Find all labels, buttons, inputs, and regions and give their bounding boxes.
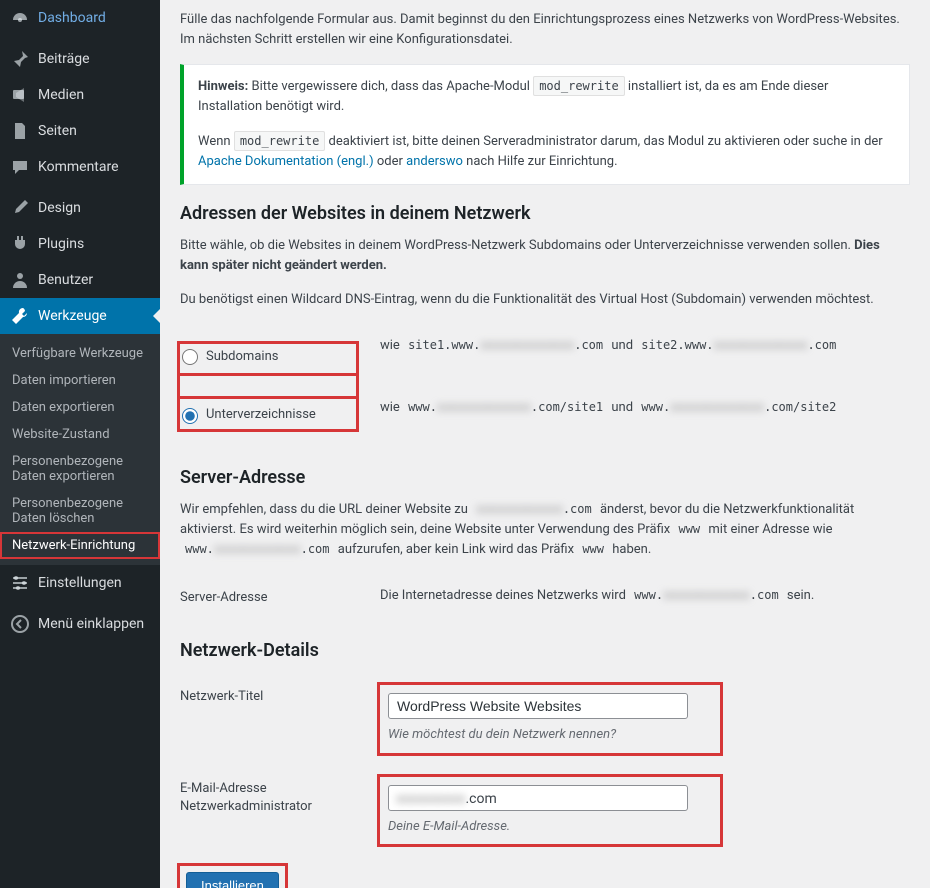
sidebar-label: Benutzer	[38, 272, 93, 288]
sidebar-item-settings[interactable]: Einstellungen	[0, 565, 160, 601]
sidebar-item-plugins[interactable]: Plugins	[0, 226, 160, 262]
server-paragraph: Wir empfehlen, dass du die URL deiner We…	[180, 500, 910, 560]
sidebar-item-posts[interactable]: Beiträge	[0, 41, 160, 77]
main-content: Fülle das nachfolgende Formular aus. Dam…	[160, 0, 930, 888]
sidebar-label: Menü einklappen	[38, 616, 144, 632]
submenu-export-personal[interactable]: Personenbezogene Daten exportieren	[0, 448, 160, 490]
install-button[interactable]: Installieren	[186, 872, 279, 888]
user-icon	[10, 270, 30, 290]
dashboard-icon	[10, 8, 30, 28]
sidebar-item-collapse[interactable]: Menü einklappen	[0, 606, 160, 642]
sidebar-label: Einstellungen	[38, 575, 122, 591]
heading-server: Server-Adresse	[180, 467, 910, 488]
sidebar-label: Beiträge	[38, 51, 90, 67]
radio-subdirectories[interactable]: Unterverzeichnisse	[182, 406, 350, 424]
admin-email-desc: Deine E-Mail-Adresse.	[388, 817, 712, 837]
submenu-import[interactable]: Daten importieren	[0, 367, 160, 394]
link-elsewhere[interactable]: anderswo	[406, 154, 463, 169]
notice-box: Hinweis: Bitte vergewissere dich, dass d…	[180, 64, 910, 185]
submenu-available-tools[interactable]: Verfügbare Werkzeuge	[0, 340, 160, 367]
tools-submenu: Verfügbare Werkzeuge Daten importieren D…	[0, 334, 160, 565]
admin-sidebar: Dashboard Beiträge Medien Seiten Komment…	[0, 0, 160, 888]
server-table: Server-Adresse Die Internetadresse deine…	[180, 574, 910, 622]
plug-icon	[10, 234, 30, 254]
intro-paragraph: Fülle das nachfolgende Formular aus. Dam…	[180, 10, 910, 50]
details-table: Netzwerk-Titel Wie möchtest du dein Netz…	[180, 673, 910, 856]
media-icon	[10, 85, 30, 105]
code-mod-rewrite: mod_rewrite	[533, 76, 624, 96]
admin-email-label: E-Mail-Adresse Netzwerkadministrator	[180, 765, 380, 857]
link-apache-docs[interactable]: Apache Dokumentation (engl.)	[198, 154, 374, 169]
subdirectories-example: wie www.xxxxxxxxxxxxx.com/site1 und www.…	[380, 386, 910, 448]
sidebar-item-users[interactable]: Benutzer	[0, 262, 160, 298]
wrench-icon	[10, 306, 30, 326]
submenu-site-health[interactable]: Website-Zustand	[0, 421, 160, 448]
server-address-label: Server-Adresse	[180, 574, 380, 622]
addresses-p2: Du benötigst einen Wildcard DNS-Eintrag,…	[180, 290, 910, 310]
sidebar-item-comments[interactable]: Kommentare	[0, 149, 160, 185]
pin-icon	[10, 49, 30, 69]
code-mod-rewrite: mod_rewrite	[234, 131, 325, 151]
sidebar-label: Dashboard	[38, 10, 106, 26]
sidebar-item-tools[interactable]: Werkzeuge	[0, 298, 160, 334]
sidebar-item-pages[interactable]: Seiten	[0, 113, 160, 149]
network-title-wrap: Wie möchtest du dein Netzwerk nennen?	[380, 685, 720, 753]
network-title-desc: Wie möchtest du dein Netzwerk nennen?	[388, 725, 712, 745]
submenu-network-setup[interactable]: Netzwerk-Einrichtung	[0, 532, 160, 559]
sidebar-label: Design	[38, 200, 81, 216]
sidebar-label: Seiten	[38, 123, 77, 139]
sliders-icon	[10, 573, 30, 593]
submenu-export[interactable]: Daten exportieren	[0, 394, 160, 421]
page-icon	[10, 121, 30, 141]
sidebar-label: Kommentare	[38, 159, 119, 175]
notice-line2: Wenn mod_rewrite deaktiviert ist, bitte …	[198, 132, 895, 172]
admin-email-input[interactable]	[388, 785, 688, 811]
addresses-table: Subdomains wie site1.www.xxxxxxxxxxxxx.c…	[180, 324, 910, 448]
radio-subdomains[interactable]: Subdomains	[182, 348, 350, 366]
sidebar-item-media[interactable]: Medien	[0, 77, 160, 113]
radio-subdomains-input[interactable]	[182, 349, 198, 365]
sidebar-item-appearance[interactable]: Design	[0, 190, 160, 226]
sidebar-label: Plugins	[38, 236, 84, 252]
comment-icon	[10, 157, 30, 177]
submenu-erase-personal[interactable]: Personenbezogene Daten löschen	[0, 490, 160, 532]
submit-wrap: Installieren	[180, 866, 285, 888]
network-title-label: Netzwerk-Titel	[180, 673, 380, 765]
admin-email-wrap: xxxxxxxxxx.com Deine E-Mail-Adresse.	[380, 777, 720, 845]
collapse-icon	[10, 614, 30, 634]
server-address-value: Die Internetadresse deines Netzwerks wir…	[380, 574, 910, 622]
sidebar-label: Werkzeuge	[38, 308, 107, 324]
sidebar-label: Medien	[38, 87, 84, 103]
sidebar-item-dashboard[interactable]: Dashboard	[0, 0, 160, 36]
brush-icon	[10, 198, 30, 218]
radio-subdirectories-input[interactable]	[182, 408, 198, 424]
heading-addresses: Adressen der Websites in deinem Netzwerk	[180, 203, 910, 224]
network-title-input[interactable]	[388, 693, 688, 719]
addresses-p1: Bitte wähle, ob die Websites in deinem W…	[180, 236, 910, 276]
subdomains-example: wie site1.www.xxxxxxxxxxxxx.com und site…	[380, 324, 910, 386]
heading-details: Netzwerk-Details	[180, 640, 910, 661]
notice-line1: Hinweis: Bitte vergewissere dich, dass d…	[198, 77, 895, 117]
